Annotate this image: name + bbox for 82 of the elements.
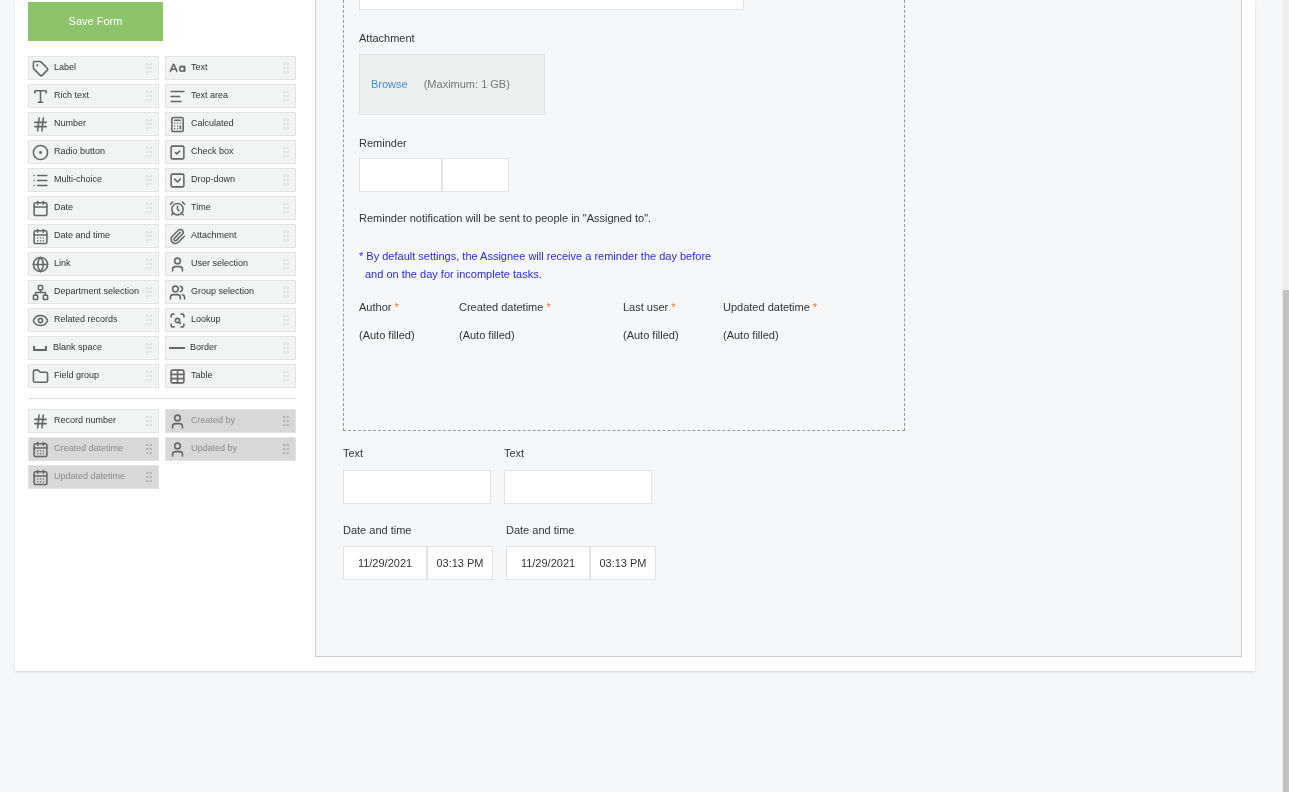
palette-item[interactable]: Group selection <box>165 280 296 304</box>
palette-item[interactable]: Blank space <box>28 336 159 360</box>
radio-icon <box>32 143 49 161</box>
palette-item[interactable]: Date and time <box>28 224 159 248</box>
space-icon <box>33 345 47 351</box>
hash-icon <box>32 115 49 133</box>
field-label: Updated datetime <box>723 299 810 315</box>
required-mark: * <box>546 299 551 315</box>
line-icon <box>169 347 185 349</box>
person-icon <box>169 412 186 430</box>
palette-item[interactable]: Field group <box>28 364 159 388</box>
palette-item[interactable]: Multi-choice <box>28 168 159 192</box>
required-mark: * <box>812 299 818 315</box>
input-field[interactable] <box>343 469 491 504</box>
globe-icon <box>32 255 49 273</box>
field-label: Author <box>359 299 392 315</box>
magnifier-icon <box>169 311 186 329</box>
palette-item[interactable]: Radio button <box>28 140 159 164</box>
required-mark: * <box>394 299 399 315</box>
calculator-icon <box>169 115 186 133</box>
palette-item[interactable]: Drop-down <box>165 168 296 192</box>
palette-item[interactable]: Rich text <box>28 84 159 108</box>
reminder-hint: and on the day for incomplete tasks. <box>364 266 543 282</box>
tag-icon <box>32 59 49 77</box>
palette-item[interactable]: Date <box>28 196 159 220</box>
paperclip-icon <box>169 227 186 245</box>
input-field[interactable] <box>504 469 652 504</box>
field-label: Text <box>343 446 365 461</box>
field-value: (Auto filled) <box>459 328 516 343</box>
palette-item[interactable]: Related records <box>28 308 159 332</box>
field-label: Text <box>504 446 526 461</box>
field-label: Attachment <box>359 31 416 46</box>
calendar-icon <box>32 440 49 458</box>
person-icon <box>169 440 186 458</box>
palette-item[interactable]: Table <box>165 364 296 388</box>
field-label: Last user <box>623 299 669 315</box>
dropdown-icon <box>169 171 186 189</box>
palette-item[interactable]: Lookup <box>165 308 296 332</box>
input-field[interactable] <box>359 158 442 192</box>
calendar-icon <box>32 199 49 217</box>
people-icon <box>169 283 186 301</box>
field-value: (Auto filled) <box>623 328 680 343</box>
palette-item[interactable]: Text <box>165 56 296 80</box>
field-label: Date and time <box>343 522 413 538</box>
date-field[interactable]: 11/29/2021 <box>506 546 590 580</box>
letter-icon <box>32 87 49 105</box>
time-field[interactable]: 03:13 PM <box>427 546 493 580</box>
hash-icon <box>32 412 49 430</box>
field-label: Created datetime <box>459 299 544 315</box>
palette-item[interactable]: Text area <box>165 84 296 108</box>
palette-item[interactable]: Attachment <box>165 224 296 248</box>
required-mark: * <box>671 299 676 315</box>
person-icon <box>169 255 186 273</box>
alarm-clock-icon <box>169 199 186 217</box>
field-value: (Auto filled) <box>723 328 780 343</box>
table-icon <box>169 367 186 385</box>
palette-item[interactable]: Check box <box>165 140 296 164</box>
palette-item[interactable]: Link <box>28 252 159 276</box>
palette-item[interactable]: Number <box>28 112 159 136</box>
palette-item[interactable]: Calculated <box>165 112 296 136</box>
calendar-icon <box>32 468 49 486</box>
input-field[interactable] <box>442 158 509 192</box>
folder-icon <box>32 367 49 385</box>
field-value: (Auto filled) <box>359 328 416 343</box>
palette-item[interactable]: Border <box>165 336 296 360</box>
field-label: Reminder <box>359 135 408 151</box>
date-field[interactable]: 11/29/2021 <box>343 546 427 580</box>
size-limit: (Maximum: 1 GB) <box>423 76 510 92</box>
palette-item[interactable]: Record number <box>28 409 159 433</box>
hierarchy-icon <box>32 283 49 301</box>
reminder-hint: * By default settings, the Assignee will receive a reminder the day before <box>359 248 713 264</box>
calendar-icon <box>32 227 49 245</box>
palette-item[interactable]: Time <box>165 196 296 220</box>
palette-item[interactable]: Department selection <box>28 280 159 304</box>
checkbox-icon <box>169 143 186 161</box>
scrollbar-thumb[interactable] <box>1283 290 1289 792</box>
reminder-note: Reminder notification will be sent to people in "Assigned to". <box>359 211 653 226</box>
palette-item[interactable]: Label <box>28 56 159 80</box>
palette-item[interactable]: User selection <box>165 252 296 276</box>
field-label: Date and time <box>506 522 576 538</box>
input-field[interactable] <box>359 0 744 10</box>
time-field[interactable]: 03:13 PM <box>590 546 656 580</box>
